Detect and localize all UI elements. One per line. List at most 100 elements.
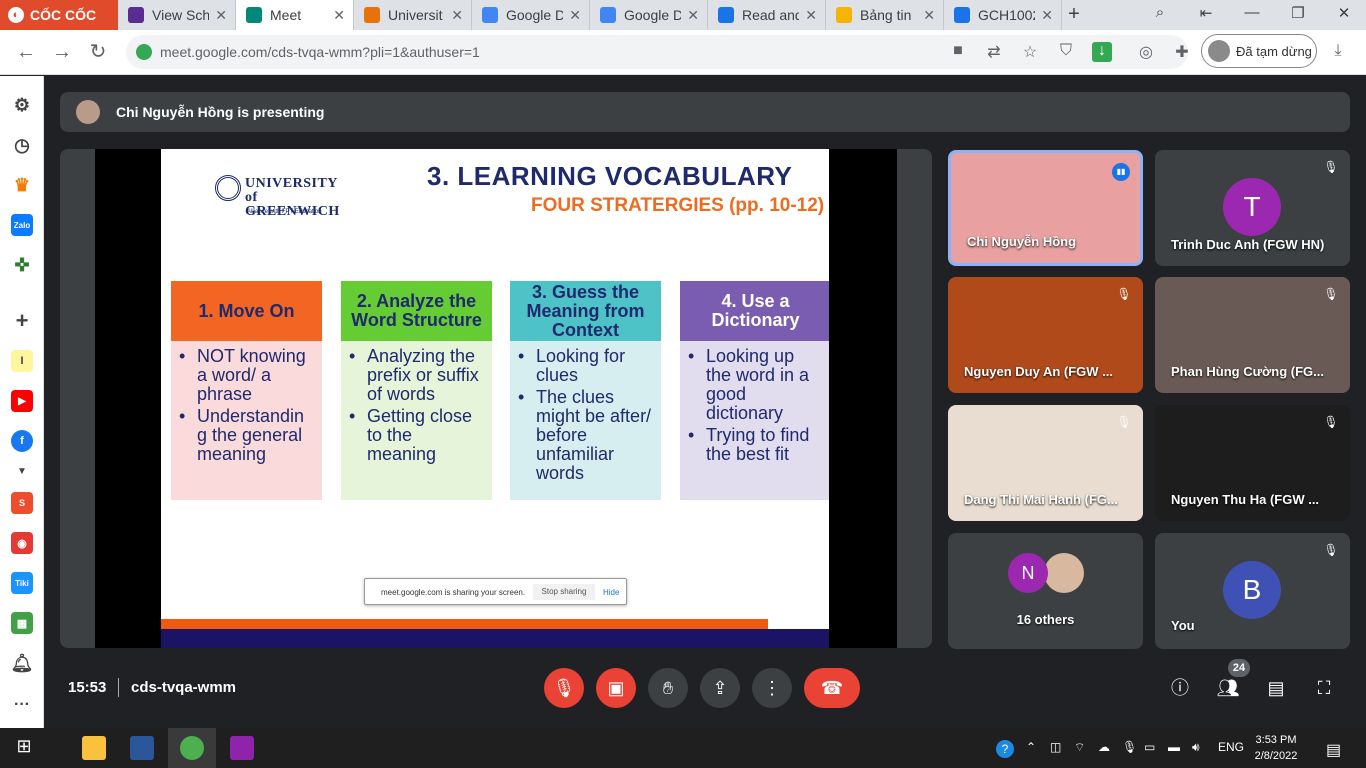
facebook-icon[interactable]: f — [11, 430, 33, 452]
tab-5[interactable]: Google D ✕ — [590, 0, 708, 30]
people-button[interactable]: 👥︎ — [1216, 676, 1240, 700]
tab-title: Google D — [624, 7, 681, 23]
tab-title: View Sch — [152, 7, 209, 23]
bookmark-star-icon[interactable]: ☆ — [1020, 42, 1040, 62]
windows-start-icon[interactable]: ⊞ — [12, 736, 36, 760]
coccoc-logo-icon: ◐ — [8, 7, 24, 23]
participant-tile[interactable]: N 16 others — [948, 533, 1143, 649]
meeting-info-button[interactable]: ⓘ — [1168, 676, 1192, 700]
battery-icon[interactable]: ▬ — [1168, 740, 1180, 754]
participant-tile[interactable]: Dang Thi Mai Hanh (FG... 🎙︎ — [948, 405, 1143, 521]
address-bar[interactable]: meet.google.com/cds-tvqa-wmm?pli=1&authu… — [126, 35, 1188, 69]
share-popup-text: meet.google.com is sharing your screen. — [381, 588, 526, 597]
back-history-icon[interactable]: ⇤ — [1196, 4, 1216, 26]
taskbar-clock[interactable]: 3:53 PM 2/8/2022 — [1254, 732, 1298, 764]
downloads-icon[interactable]: ⤓ — [1328, 42, 1348, 62]
tab-close-icon[interactable]: ✕ — [923, 7, 935, 24]
wifi-icon[interactable]: ⌔ — [1074, 740, 1085, 755]
browser-brand[interactable]: ◐ CỐC CỐC — [0, 0, 118, 30]
display-icon[interactable]: ▭ — [1144, 740, 1155, 754]
end-call-button[interactable]: ☎ — [804, 668, 860, 708]
tab-close-icon[interactable]: ✕ — [805, 7, 817, 24]
strategy-point: Understandin g the general meaning — [179, 407, 314, 464]
participant-tile[interactable]: Chi Nguyễn Hồng ▮▮ — [948, 150, 1143, 266]
raise-hand-button[interactable]: ✋︎ — [648, 668, 688, 708]
present-button[interactable]: ⇪ — [700, 668, 740, 708]
notification-bell-icon[interactable]: 🔔︎ — [11, 652, 34, 674]
camera-icon[interactable]: ■ — [948, 42, 968, 62]
file-explorer-icon[interactable] — [82, 736, 106, 760]
tab-6[interactable]: Read and ✕ — [708, 0, 826, 30]
help-icon[interactable]: ? — [996, 740, 1014, 758]
crown-icon[interactable]: ♛ — [11, 174, 33, 196]
volume-icon[interactable]: 🔊︎ — [1192, 740, 1200, 755]
tab-favicon-icon — [954, 7, 970, 23]
sheets-icon[interactable]: ▦ — [11, 612, 33, 634]
tab-3[interactable]: Universit ✕ — [354, 0, 472, 30]
camera-off-button[interactable]: ▣ — [596, 668, 636, 708]
chat-button[interactable]: ▤ — [1264, 676, 1288, 700]
shield-icon[interactable]: ⛉ — [1056, 42, 1076, 62]
mic-muted-icon: 🎙︎ — [1323, 415, 1339, 429]
url-text[interactable]: meet.google.com/cds-tvqa-wmm?pli=1&authu… — [160, 44, 480, 60]
tab-close-icon[interactable]: ✕ — [687, 7, 699, 24]
notifications-center-icon[interactable]: ▤ — [1326, 740, 1341, 760]
winrar-icon[interactable] — [230, 736, 254, 760]
tray-chevron-icon[interactable]: ⌃ — [1026, 740, 1036, 754]
tray-app-icon[interactable]: ◫ — [1050, 740, 1061, 754]
youtube-icon[interactable]: ▶ — [11, 390, 33, 412]
activities-button[interactable]: ⛶ — [1312, 676, 1336, 700]
reload-button[interactable]: ↻ — [86, 40, 110, 64]
tab-4[interactable]: Google D ✕ — [472, 0, 590, 30]
tab-close-icon[interactable]: ✕ — [451, 7, 463, 24]
history-icon[interactable]: ◷ — [11, 134, 33, 156]
download-icon[interactable]: ↓ — [1092, 42, 1112, 62]
tiki-icon[interactable]: Tiki — [11, 572, 33, 594]
presenting-banner: Chi Nguyễn Hồng is presenting — [60, 92, 1350, 132]
word-icon[interactable] — [130, 736, 154, 760]
tab-1[interactable]: View Sch ✕ — [118, 0, 236, 30]
divider — [118, 678, 119, 697]
tab-close-icon[interactable]: ✕ — [569, 7, 581, 24]
coupon-icon[interactable]: ◉ — [11, 532, 33, 554]
chevron-down-icon[interactable]: ▼ — [11, 460, 33, 482]
more-icon[interactable]: ··· — [11, 694, 33, 716]
close-window-button[interactable]: ✕ — [1334, 4, 1354, 26]
participant-tile[interactable]: Nguyen Thu Ha (FGW ... 🎙︎ — [1155, 405, 1350, 521]
tab-2[interactable]: Meet ✕ — [236, 0, 354, 30]
notes-icon[interactable]: I — [11, 350, 33, 372]
profile-paused-button[interactable]: Đã tạm dừng — [1201, 34, 1317, 68]
stop-sharing-button[interactable]: Stop sharing — [533, 584, 595, 600]
participant-tile[interactable]: T Trinh Duc Anh (FGW HN) 🎙︎ — [1155, 150, 1350, 266]
participant-tile[interactable]: Nguyen Duy An (FGW ... 🎙︎ — [948, 277, 1143, 393]
participant-tile[interactable]: B You 🎙︎ — [1155, 533, 1350, 649]
back-button[interactable]: ← — [14, 40, 38, 64]
settings-gear-icon[interactable]: ⚙ — [11, 94, 33, 116]
hide-popup-button[interactable]: Hide — [603, 588, 619, 597]
more-options-button[interactable]: ⋮ — [752, 668, 792, 708]
language-indicator[interactable]: ENG — [1218, 740, 1244, 754]
translate-icon[interactable]: ⇄ — [984, 42, 1004, 62]
extension-circle-icon[interactable]: ◎ — [1136, 42, 1156, 62]
add-icon[interactable]: + — [11, 308, 33, 333]
restore-button[interactable]: ❐ — [1288, 4, 1308, 26]
mic-off-button[interactable]: 🎙︎ — [544, 668, 584, 708]
tab-close-icon[interactable]: ✕ — [1041, 7, 1053, 24]
extensions-puzzle-icon[interactable]: ✚ — [1172, 42, 1192, 62]
forward-button[interactable]: → — [50, 40, 74, 64]
tab-7[interactable]: Bảng tin ✕ — [826, 0, 944, 30]
network-error-icon[interactable]: ☁ — [1098, 740, 1110, 754]
tab-close-icon[interactable]: ✕ — [333, 7, 345, 24]
participant-tile[interactable]: Phan Hùng Cường (FG... 🎙︎ — [1155, 277, 1350, 393]
participant-name: Chi Nguyễn Hồng — [967, 234, 1077, 249]
microphone-tray-icon[interactable]: 🎙︎ — [1122, 740, 1137, 754]
tab-8[interactable]: GCH1002 ✕ — [944, 0, 1062, 30]
minimize-button[interactable]: — — [1242, 4, 1262, 26]
new-tab-button[interactable]: + — [1064, 4, 1084, 26]
zalo-icon[interactable]: Zalo — [11, 214, 33, 236]
mic-muted-icon: 🎙︎ — [1116, 415, 1132, 429]
shopee-icon[interactable]: S — [11, 492, 33, 514]
tab-close-icon[interactable]: ✕ — [215, 7, 227, 24]
gamepad-icon[interactable]: ✜ — [11, 254, 33, 276]
tab-search-icon[interactable]: ⌕ — [1150, 4, 1170, 26]
